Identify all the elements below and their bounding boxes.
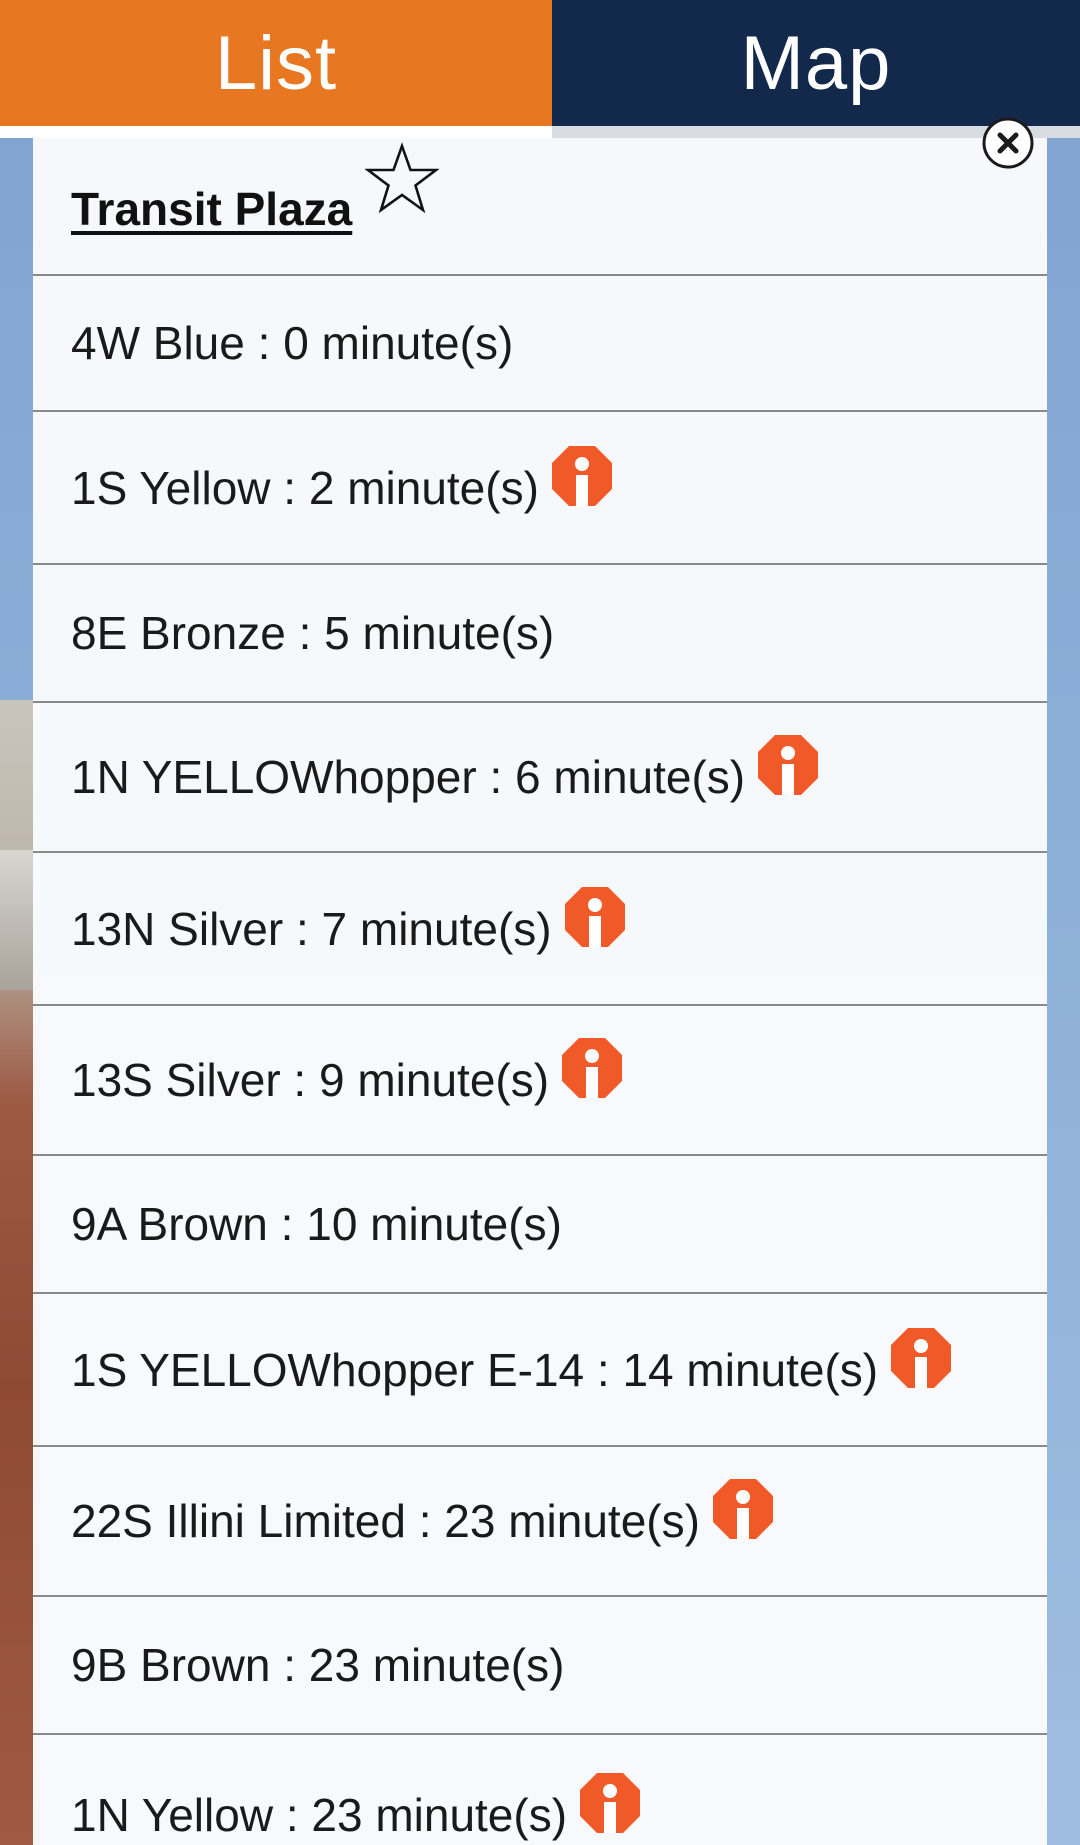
departure-row[interactable]: 13N Silver : 7 minute(s) xyxy=(33,853,1047,1006)
departure-text: 8E Bronze : 5 minute(s) xyxy=(71,607,555,659)
tab-list[interactable]: List xyxy=(0,0,552,126)
departure-row[interactable]: 1S Yellow : 2 minute(s) xyxy=(33,412,1047,565)
departure-list: 4W Blue : 0 minute(s) 1S Yellow : 2 minut… xyxy=(33,276,1047,1845)
departure-row[interactable]: 1S YELLOWhopper E-14 : 14 minute(s) xyxy=(33,1294,1047,1447)
departure-text: 1S YELLOWhopper E-14 : 14 minute(s) xyxy=(71,1343,879,1396)
tab-list-underline xyxy=(0,126,552,138)
departure-text: 1N Yellow : 23 minute(s) xyxy=(71,1789,568,1841)
view-tabs: List Map xyxy=(0,0,1080,126)
tab-underline xyxy=(0,126,1080,138)
departure-text: 13S Silver : 9 minute(s) xyxy=(71,1054,550,1106)
info-icon[interactable] xyxy=(712,1478,774,1540)
departure-row[interactable]: 1N YELLOWhopper : 6 minute(s) xyxy=(33,703,1047,853)
departure-row[interactable]: 22S Illini Limited : 23 minute(s) xyxy=(33,1447,1047,1597)
departure-row[interactable]: 1N Yellow : 23 minute(s) xyxy=(33,1735,1047,1845)
departure-text: 9A Brown : 10 minute(s) xyxy=(71,1198,562,1250)
star-icon[interactable] xyxy=(365,142,439,216)
info-icon[interactable] xyxy=(564,886,626,948)
info-icon[interactable] xyxy=(890,1327,952,1389)
departure-row[interactable]: 4W Blue : 0 minute(s) xyxy=(33,276,1047,412)
stop-header: Transit Plaza xyxy=(33,138,1047,276)
departure-row[interactable]: 13S Silver : 9 minute(s) xyxy=(33,1006,1047,1156)
tab-map[interactable]: Map xyxy=(552,0,1080,126)
departure-text: 1S Yellow : 2 minute(s) xyxy=(71,461,539,514)
departure-text: 22S Illini Limited : 23 minute(s) xyxy=(71,1495,700,1547)
departure-text: 1N YELLOWhopper : 6 minute(s) xyxy=(71,751,746,803)
departure-row[interactable]: 9B Brown : 23 minute(s) xyxy=(33,1597,1047,1735)
departure-row[interactable]: 9A Brown : 10 minute(s) xyxy=(33,1156,1047,1294)
close-icon[interactable] xyxy=(981,116,1035,170)
info-icon[interactable] xyxy=(561,1037,623,1099)
departures-panel: Transit Plaza 4W Blue : 0 minute(s) 1S Ye… xyxy=(33,138,1047,1845)
info-icon[interactable] xyxy=(579,1772,641,1834)
info-icon[interactable] xyxy=(757,734,819,796)
departure-text: 13N Silver : 7 minute(s) xyxy=(71,902,552,955)
departure-text: 4W Blue : 0 minute(s) xyxy=(71,317,514,369)
departure-text: 9B Brown : 23 minute(s) xyxy=(71,1639,565,1691)
departure-row[interactable]: 8E Bronze : 5 minute(s) xyxy=(33,565,1047,703)
info-icon[interactable] xyxy=(551,445,613,507)
stop-name-link[interactable]: Transit Plaza xyxy=(71,182,352,236)
